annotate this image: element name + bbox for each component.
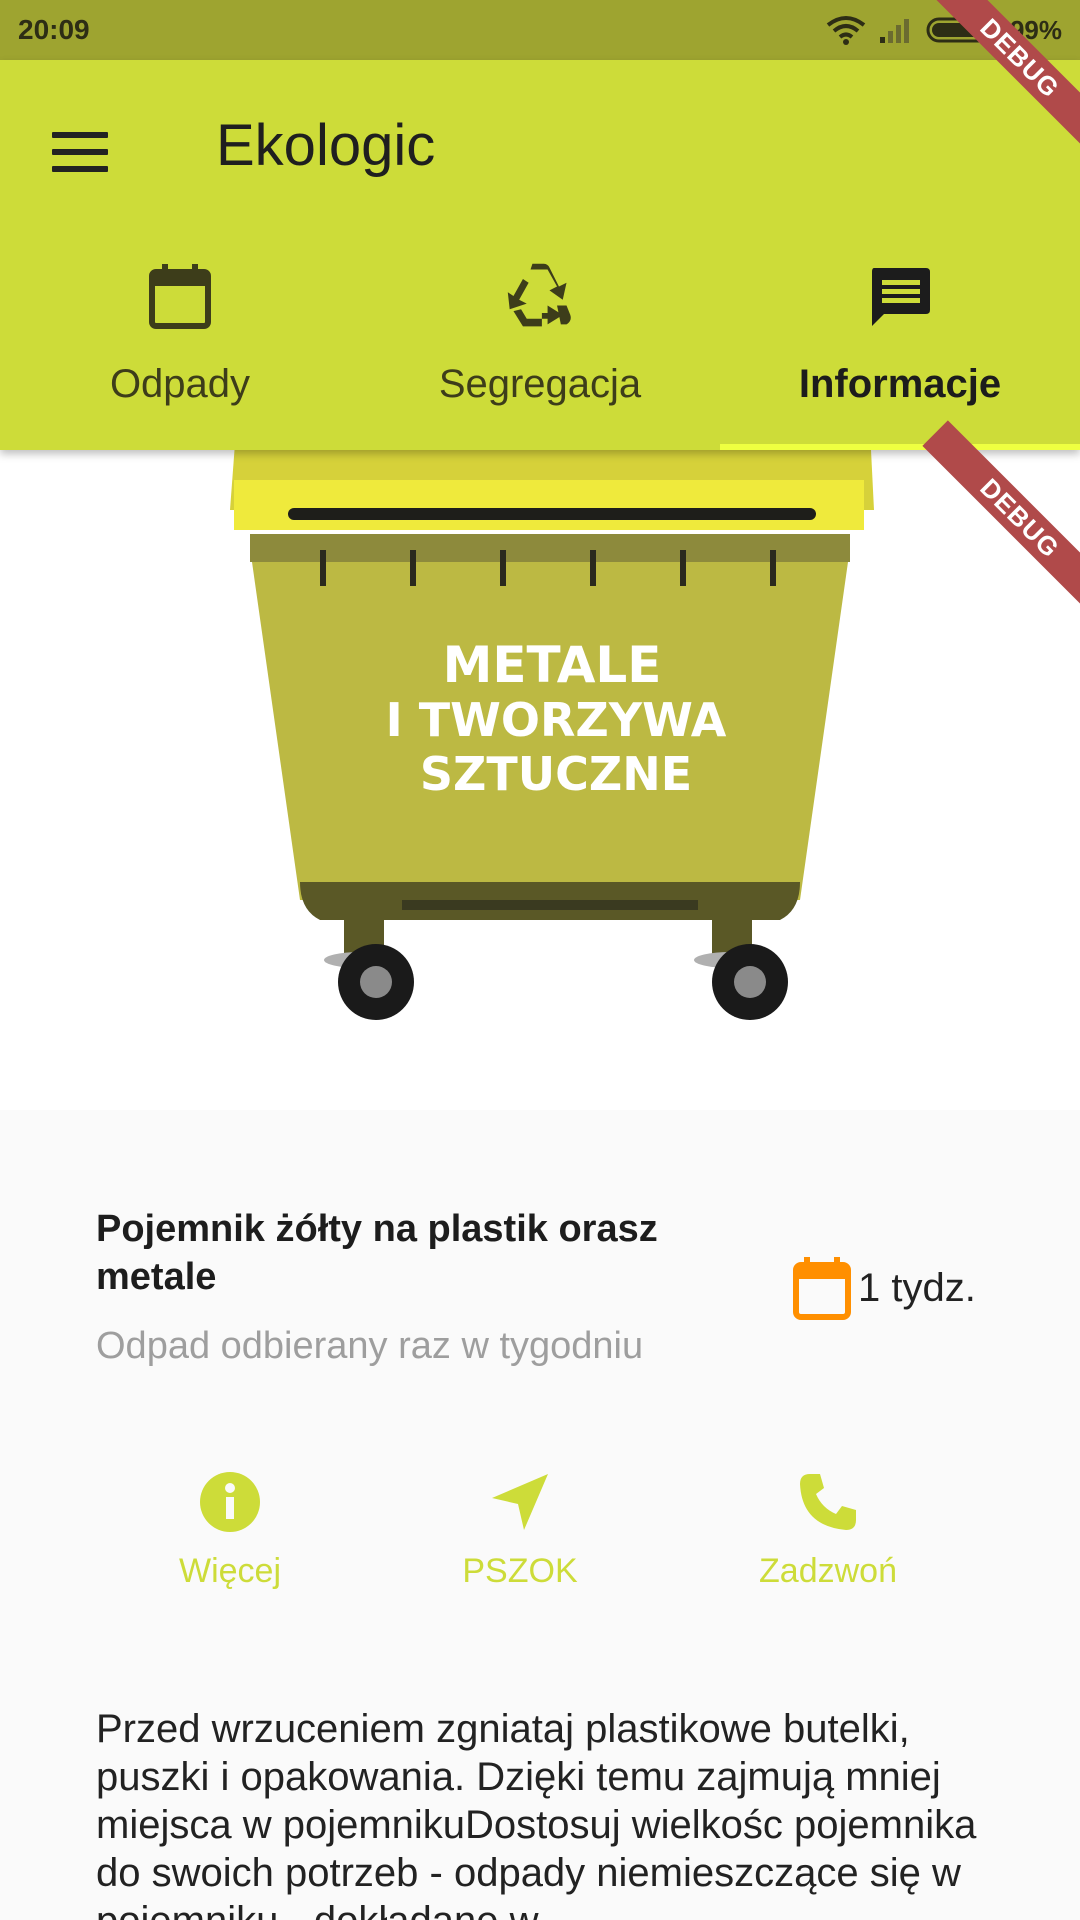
- message-icon: [864, 260, 936, 332]
- call-label: Zadzwoń: [759, 1552, 897, 1590]
- pszok-label: PSZOK: [462, 1552, 578, 1590]
- menu-button[interactable]: [52, 120, 116, 184]
- status-bar: 20:09 99%: [0, 0, 1080, 60]
- navigation-icon: [492, 1474, 548, 1530]
- tab-bar: Odpady Segregacja Informacje: [0, 250, 1080, 450]
- wifi-icon: [826, 16, 866, 45]
- more-button[interactable]: Więcej: [120, 1470, 340, 1591]
- call-button[interactable]: Zadzwoń: [718, 1470, 938, 1591]
- bin-subtitle: Odpad odbierany raz w tygodniu: [96, 1325, 644, 1367]
- app-bar: Ekologic Odpady Segregacja Informacje: [0, 60, 1080, 450]
- recycle-icon: [504, 260, 576, 332]
- bin-info: Pojemnik żółty na plastik orasz metale O…: [96, 1205, 996, 1368]
- info-icon: [200, 1472, 260, 1532]
- pszok-button[interactable]: PSZOK: [410, 1470, 630, 1591]
- bin-image: METALE I TWORZYWA SZTUCZNE: [0, 450, 1080, 1110]
- tab-informacje[interactable]: Informacje: [720, 250, 1080, 450]
- description-text: Przed wrzuceniem zgniataj plastikowe but…: [96, 1707, 977, 1920]
- bin-text-line-1: METALE: [443, 636, 662, 694]
- more-label: Więcej: [178, 1552, 282, 1590]
- tab-odpady[interactable]: Odpady: [0, 250, 360, 450]
- tab-segregacja[interactable]: Segregacja: [360, 250, 720, 450]
- calendar-icon: [144, 260, 216, 332]
- action-row: Więcej PSZOK Zadzwoń: [0, 1470, 1080, 1620]
- tab-label: Segregacja: [438, 362, 642, 406]
- tab-label: Informacje: [798, 362, 1002, 406]
- frequency-label: 1 tydz.: [858, 1265, 976, 1310]
- hamburger-icon-line: [52, 149, 108, 155]
- hamburger-icon-line: [52, 166, 108, 172]
- bin-text-line-3: SZTUCZNE: [420, 747, 692, 801]
- phone-icon: [800, 1474, 856, 1530]
- yellow-bin-illustration: METALE I TWORZYWA SZTUCZNE: [230, 450, 874, 1020]
- collection-frequency: 1 tydz.: [792, 1255, 976, 1321]
- status-time: 20:09: [18, 14, 90, 45]
- app-title: Ekologic: [216, 113, 436, 178]
- hamburger-icon-line: [52, 132, 108, 138]
- bin-title: Pojemnik żółty na plastik orasz metale: [96, 1208, 658, 1298]
- tab-label: Odpady: [109, 362, 251, 406]
- signal-icon: [879, 19, 909, 43]
- bin-text-line-2: I TWORZYWA: [386, 693, 727, 747]
- calendar-icon: [793, 1257, 851, 1320]
